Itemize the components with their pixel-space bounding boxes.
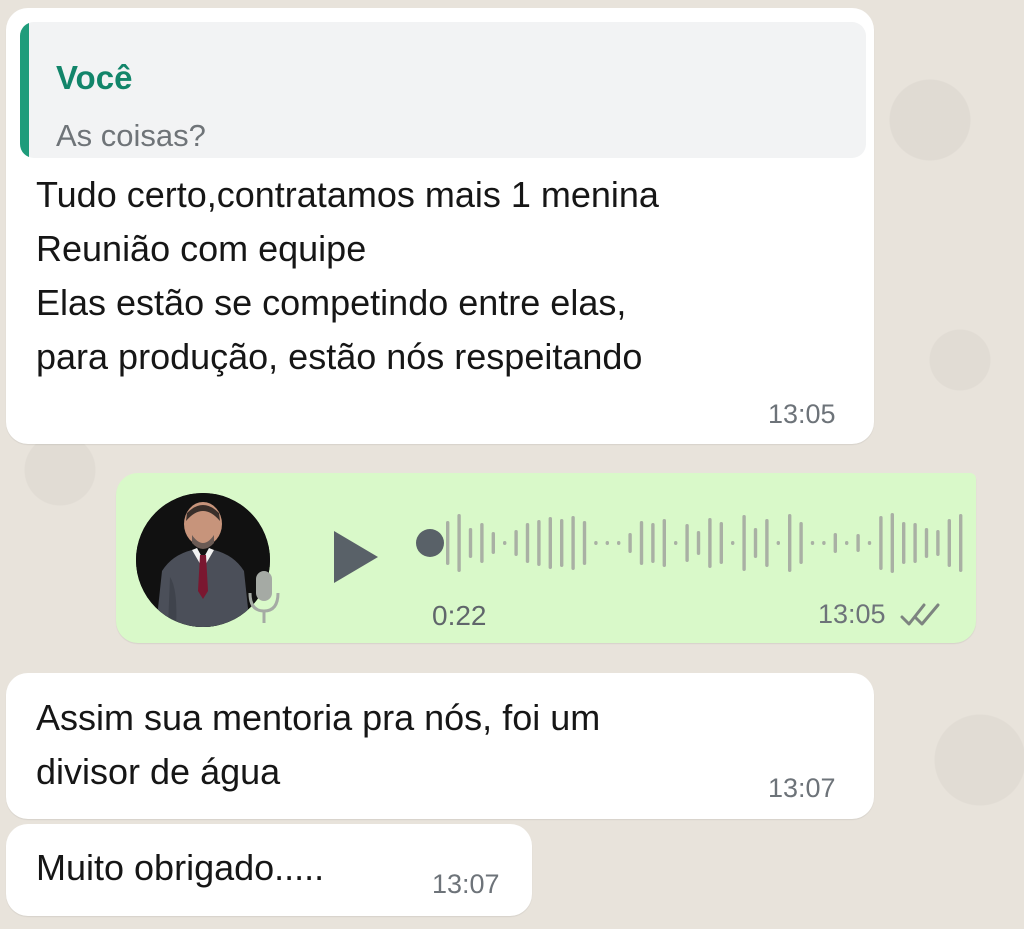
message-time: 13:05 (818, 599, 886, 629)
message-text: Assim sua mentoria pra nós, foi um divis… (36, 697, 601, 792)
waveform-bar (651, 523, 655, 563)
waveform-bar (480, 523, 484, 563)
waveform-bar (457, 514, 461, 572)
waveform-bar (548, 517, 552, 569)
waveform-bar (468, 528, 473, 558)
waveform-bar (491, 532, 495, 554)
waveform-bar (514, 530, 518, 556)
waveform-bar (833, 533, 837, 553)
waveform-bar (788, 514, 792, 572)
waveform-bar (662, 519, 666, 567)
waveform-bar (639, 521, 644, 565)
message-text: Muito obrigado..... (36, 847, 325, 888)
waveform-bar (685, 524, 689, 562)
waveform-bar (902, 522, 906, 564)
waveform-bar (936, 530, 940, 556)
waveform-bar (605, 541, 609, 545)
waveform-bar (924, 528, 929, 558)
waveform-bar (525, 523, 530, 563)
quote-text: As coisas? (56, 118, 206, 153)
waveform-bar (696, 531, 701, 555)
waveform-bar (537, 520, 541, 566)
quoted-message[interactable]: Você As coisas? (20, 22, 866, 158)
incoming-message-bubble[interactable]: Assim sua mentoria pra nós, foi um divis… (6, 673, 874, 819)
quote-accent-bar (20, 22, 29, 158)
incoming-message-bubble[interactable]: Você As coisas? Tudo certo,contratamos m… (6, 8, 874, 444)
double-check-icon (900, 601, 946, 629)
voice-duration: 0:22 (432, 600, 487, 631)
waveform-bar (890, 513, 894, 573)
incoming-message-bubble[interactable]: Muito obrigado..... 13:07 (6, 824, 532, 916)
waveform-bar (503, 541, 507, 545)
message-time: 13:05 (768, 399, 836, 429)
waveform-bar (582, 521, 587, 565)
waveform-bar (628, 533, 632, 553)
waveform-bar (799, 522, 803, 564)
waveform-bar (674, 541, 678, 545)
waveform-bar (845, 541, 849, 545)
waveform-bar (753, 528, 758, 558)
waveform-playhead (416, 529, 444, 557)
message-time: 13:07 (432, 869, 500, 899)
waveform-bar (867, 541, 872, 545)
waveform-bar (947, 519, 951, 567)
play-icon[interactable] (326, 527, 386, 587)
waveform-bar (719, 522, 723, 564)
outgoing-voice-message-bubble[interactable]: 0:22 13:05 (116, 473, 976, 643)
waveform-bar (571, 516, 575, 570)
waveform-bar (822, 541, 826, 545)
waveform-bar (776, 541, 780, 545)
waveform-bar (446, 521, 450, 565)
waveform-bar (856, 534, 860, 552)
microphone-icon (246, 569, 282, 625)
waveform-bar (594, 541, 598, 545)
message-text: Tudo certo,contratamos mais 1 menina Reu… (36, 174, 659, 377)
message-time: 13:07 (768, 773, 836, 803)
waveform-bar (765, 519, 769, 567)
waveform-bar (617, 541, 621, 545)
waveform-bar (913, 523, 917, 563)
waveform-bar (879, 516, 883, 570)
audio-waveform[interactable] (412, 503, 964, 579)
waveform-bar (810, 541, 815, 545)
waveform-bar (708, 518, 712, 568)
waveform-bar (742, 515, 746, 571)
waveform-bar (731, 541, 735, 545)
waveform-bar (959, 514, 963, 572)
quote-author: Você (56, 59, 133, 96)
waveform-bar (560, 519, 564, 567)
